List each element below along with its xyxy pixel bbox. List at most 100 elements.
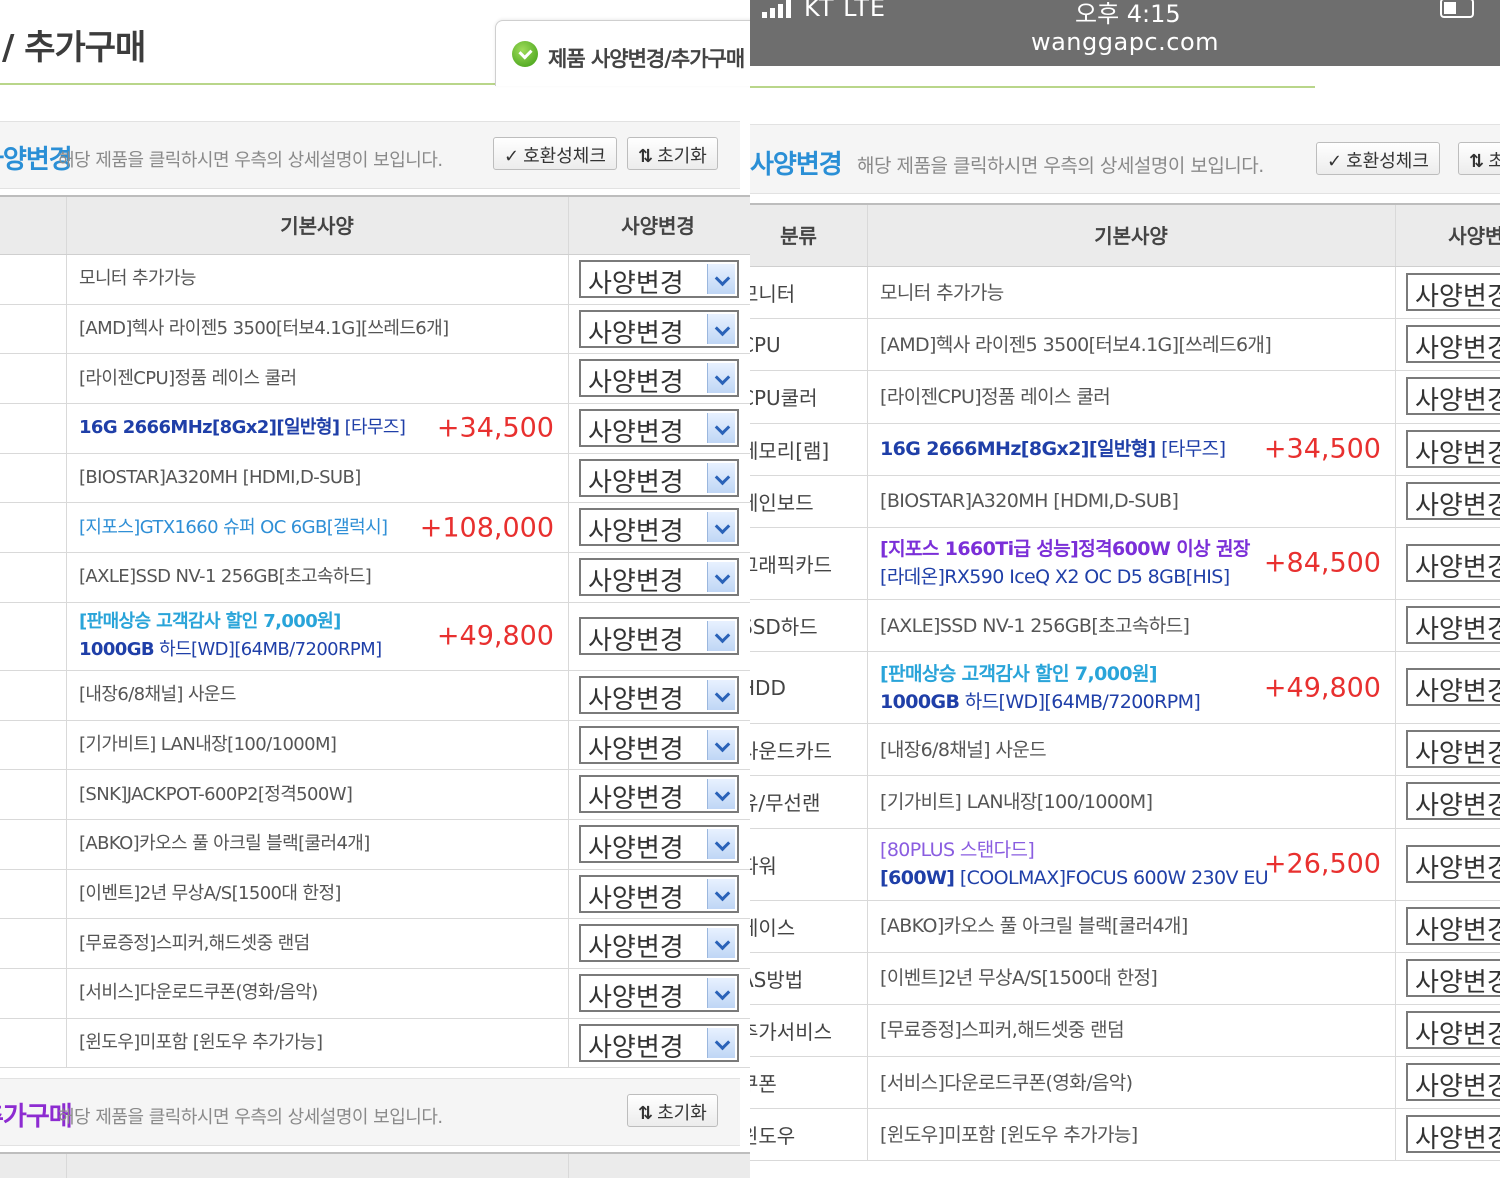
table-row[interactable]: 모니터 모니터 추가가능 사양변경	[750, 267, 1500, 320]
spec-text[interactable]: [이벤트]2년 무상A/S[1500대 한정]	[79, 880, 568, 908]
spec-text[interactable]: [BIOSTAR]A320MH [HDMI,D-SUB]	[79, 464, 568, 492]
spec-text[interactable]: [AMD]헥사 라이젠5 3500[터보4.1G][쓰레드6개]	[79, 315, 568, 343]
spec-cell[interactable]: 16G 2666MHz[8Gx2][일반형] [타무즈] +34,500	[867, 423, 1395, 475]
spec-change-select[interactable]: 사양변경	[1406, 730, 1500, 769]
spec-cell[interactable]: [판매상승 고객감사 할인 7,000원] 1000GB 하드[WD][64MB/…	[66, 602, 568, 670]
table-row[interactable]: 사운드카드 [내장6/8채널] 사운드 사양변경	[0, 670, 750, 721]
spec-cell[interactable]: [BIOSTAR]A320MH [HDMI,D-SUB]	[867, 475, 1395, 527]
spec-text[interactable]: [서비스]다운로드쿠폰(영화/음악)	[880, 1069, 1395, 1097]
spec-change-select[interactable]: 사양변경	[1406, 782, 1500, 821]
spec-cell[interactable]: [AXLE]SSD NV-1 256GB[초고속하드]	[66, 553, 568, 602]
table-row[interactable]: 메모리[램]16G 2666MHz[8Gx2][일반형] [타무즈]+34,50…	[750, 423, 1500, 476]
spec-cell[interactable]: [윈도우]미포함 [윈도우 추가가능]	[66, 1018, 568, 1068]
table-row[interactable]: 그래픽카드 [지포스 1660Ti급 성능]정격600W 이상 권장[라데온]RX…	[750, 527, 1500, 600]
spec-cell[interactable]: 모니터 추가가능	[66, 255, 568, 304]
spec-change-select[interactable]: 사양변경	[579, 558, 739, 597]
spec-cell[interactable]: [BIOSTAR]A320MH [HDMI,D-SUB]	[66, 453, 568, 503]
table-row[interactable]: 그래픽카드[지포스]GTX1660 슈퍼 OC 6GB[갤럭시]+108,000…	[0, 503, 750, 554]
url-bar[interactable]: wanggapc.com	[750, 28, 1500, 56]
reset-button[interactable]: ⇅초기화	[627, 1094, 718, 1127]
table-row[interactable]: 윈도우 [윈도우]미포함 [윈도우 추가가능] 사양변경	[0, 1018, 750, 1069]
spec-change-select[interactable]: 사양변경	[579, 508, 739, 547]
reset-button[interactable]: ⇅초기화	[627, 137, 718, 170]
spec-change-select[interactable]: 사양변경	[1406, 325, 1500, 364]
spec-cell[interactable]: [무료증정]스피커,해드셋중 랜덤	[867, 1004, 1395, 1057]
table-row[interactable]: SSD하드 [AXLE]SSD NV-1 256GB[초고속하드] 사양변경	[750, 599, 1500, 653]
spec-cell[interactable]: [이벤트]2년 무상A/S[1500대 한정]	[867, 952, 1395, 1004]
table-row[interactable]: 메모리[램]16G 2666MHz[8Gx2][일반형] [타무즈]+34,50…	[0, 404, 750, 454]
spec-change-select[interactable]: 사양변경	[579, 1023, 739, 1063]
spec-cell[interactable]: [기가비트] LAN내장[100/1000M]	[66, 720, 568, 770]
spec-text[interactable]: [기가비트] LAN내장[100/1000M]	[880, 788, 1395, 816]
spec-change-select[interactable]: 사양변경	[1406, 429, 1500, 469]
spec-change-select[interactable]: 사양변경	[579, 260, 739, 299]
spec-cell[interactable]: [지포스 1660Ti급 성능]정격600W 이상 권장 [라데온]RX590 I…	[867, 527, 1395, 599]
spec-cell[interactable]: [서비스]다운로드쿠폰(영화/음악)	[66, 968, 568, 1018]
spec-cell[interactable]: [AMD]헥사 라이젠5 3500[터보4.1G][쓰레드6개]	[66, 304, 568, 354]
spec-change-select[interactable]: 사양변경	[1406, 1115, 1500, 1154]
spec-cell[interactable]: [AXLE]SSD NV-1 256GB[초고속하드]	[867, 599, 1395, 652]
spec-change-select[interactable]: 사양변경	[1406, 605, 1500, 645]
spec-text[interactable]: [AXLE]SSD NV-1 256GB[초고속하드]	[79, 563, 568, 591]
spec-cell[interactable]: [무료증정]스피커,해드셋중 랜덤	[66, 919, 568, 968]
spec-text[interactable]: [내장6/8채널] 사운드	[880, 736, 1395, 764]
spec-text[interactable]: [무료증정]스피커,해드셋중 랜덤	[79, 930, 568, 958]
spec-cell[interactable]: [ABKO]카오스 풀 아크릴 블랙[쿨러4개]	[867, 900, 1395, 952]
spec-cell[interactable]: 모니터 추가가능	[867, 267, 1395, 319]
compat-check-button[interactable]: ✓ 호환성체크	[1316, 142, 1440, 175]
spec-change-select[interactable]: 사양변경	[579, 616, 739, 656]
spec-change-select[interactable]: 사양변경	[579, 824, 739, 864]
spec-cell[interactable]: [라이젠CPU]정품 레이스 쿨러	[867, 371, 1395, 423]
table-row[interactable]: 추가서비스 [무료증정]스피커,해드셋중 랜덤 사양변경	[0, 919, 750, 969]
spec-change-select[interactable]: 사양변경	[1406, 377, 1500, 416]
spec-cell[interactable]: [라이젠CPU]정품 레이스 쿨러	[66, 354, 568, 404]
spec-text[interactable]: [라이젠CPU]정품 레이스 쿨러	[880, 383, 1395, 411]
spec-cell[interactable]: [80PLUS 스탠다드] [600W] [COOLMAX]FOCUS 600W …	[867, 828, 1395, 900]
table-row[interactable]: 유/무선랜 [기가비트] LAN내장[100/1000M] 사양변경	[750, 776, 1500, 829]
spec-change-select[interactable]: 사양변경	[579, 409, 739, 448]
table-row[interactable]: CPU [AMD]헥사 라이젠5 3500[터보4.1G][쓰레드6개] 사양변경	[0, 304, 750, 355]
spec-cell[interactable]: [이벤트]2년 무상A/S[1500대 한정]	[66, 869, 568, 919]
table-row[interactable]: CPU쿨러 [라이젠CPU]정품 레이스 쿨러 사양변경	[0, 354, 750, 405]
spec-cell[interactable]: [SNK]JACKPOT-600P2[정격500W]	[66, 770, 568, 819]
table-row[interactable]: HDD [판매상승 고객감사 할인 7,000원]1000GB 하드[WD][64…	[750, 652, 1500, 725]
spec-text[interactable]: [BIOSTAR]A320MH [HDMI,D-SUB]	[880, 487, 1395, 515]
spec-text[interactable]: [서비스]다운로드쿠폰(영화/음악)	[79, 979, 568, 1007]
spec-text[interactable]: [윈도우]미포함 [윈도우 추가가능]	[880, 1121, 1395, 1149]
spec-change-select[interactable]: 사양변경	[1406, 481, 1500, 521]
spec-text[interactable]: 모니터 추가가능	[79, 265, 568, 293]
spec-text[interactable]: 모니터 추가가능	[880, 279, 1395, 307]
spec-cell[interactable]: [AMD]헥사 라이젠5 3500[터보4.1G][쓰레드6개]	[867, 319, 1395, 371]
table-row[interactable]: 케이스 [ABKO]카오스 풀 아크릴 블랙[쿨러4개] 사양변경	[750, 900, 1500, 953]
spec-text[interactable]: [AXLE]SSD NV-1 256GB[초고속하드]	[880, 612, 1395, 640]
spec-change-select[interactable]: 사양변경	[1406, 1010, 1500, 1050]
table-row[interactable]: 쿠폰 [서비스]다운로드쿠폰(영화/음악) 사양변경	[750, 1057, 1500, 1110]
spec-change-select[interactable]: 사양변경	[1406, 273, 1500, 312]
table-row[interactable]: 추가서비스 [무료증정]스피커,해드셋중 랜덤 사양변경	[750, 1004, 1500, 1058]
table-row[interactable]: SSD하드 [AXLE]SSD NV-1 256GB[초고속하드] 사양변경	[0, 553, 750, 603]
spec-change-select[interactable]: 사양변경	[579, 874, 739, 914]
table-row[interactable]: 파워 [80PLUS 스탠다드][600W] [COOLMAX]FOCUS 600…	[750, 828, 1500, 901]
table-row[interactable]: 메인보드 [BIOSTAR]A320MH [HDMI,D-SUB] 사양변경	[0, 453, 750, 504]
table-row[interactable]: 쿠폰 [서비스]다운로드쿠폰(영화/음악) 사양변경	[0, 968, 750, 1019]
spec-change-select[interactable]: 사양변경	[579, 725, 739, 765]
spec-cell[interactable]: [내장6/8채널] 사운드	[867, 724, 1395, 776]
table-row[interactable]: 파워 [SNK]JACKPOT-600P2[정격500W] 사양변경	[0, 770, 750, 820]
table-row[interactable]: CPU쿨러 [라이젠CPU]정품 레이스 쿨러 사양변경	[750, 371, 1500, 424]
spec-cell[interactable]: [ABKO]카오스 풀 아크릴 블랙[쿨러4개]	[66, 819, 568, 869]
spec-cell[interactable]: 16G 2666MHz[8Gx2][일반형] [타무즈] +34,500	[66, 404, 568, 453]
spec-text[interactable]: [내장6/8채널] 사운드	[79, 681, 568, 709]
spec-cell[interactable]: [지포스]GTX1660 슈퍼 OC 6GB[갤럭시] +108,000	[66, 503, 568, 553]
spec-cell[interactable]: [내장6/8채널] 사운드	[66, 670, 568, 720]
spec-change-select[interactable]: 사양변경	[1406, 844, 1500, 884]
spec-text[interactable]: [기가비트] LAN내장[100/1000M]	[79, 731, 568, 759]
table-row[interactable]: AS방법 [이벤트]2년 무상A/S[1500대 한정] 사양변경	[750, 952, 1500, 1005]
spec-text[interactable]: [이벤트]2년 무상A/S[1500대 한정]	[880, 964, 1395, 992]
spec-change-select[interactable]: 사양변경	[579, 359, 739, 398]
spec-change-select[interactable]: 사양변경	[579, 309, 739, 349]
table-row[interactable]: CPU [AMD]헥사 라이젠5 3500[터보4.1G][쓰레드6개] 사양변경	[750, 319, 1500, 372]
spec-cell[interactable]: [기가비트] LAN내장[100/1000M]	[867, 776, 1395, 828]
spec-text[interactable]: [무료증정]스피커,해드셋중 랜덤	[880, 1016, 1395, 1044]
table-row[interactable]: AS방법 [이벤트]2년 무상A/S[1500대 한정] 사양변경	[0, 869, 750, 920]
spec-text[interactable]: [SNK]JACKPOT-600P2[정격500W]	[79, 781, 568, 809]
